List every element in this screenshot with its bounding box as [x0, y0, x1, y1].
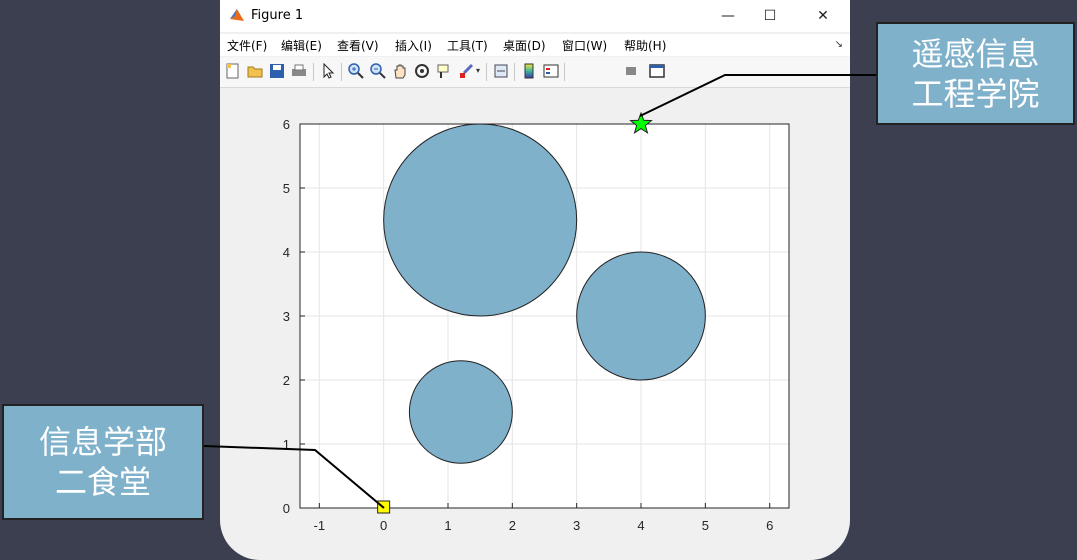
x-tick-label: 2 — [509, 518, 516, 533]
callout-left-line1: 信息学部 — [38, 423, 167, 461]
square-marker — [377, 500, 391, 514]
callout-top-line1: 遥感信息 — [911, 35, 1040, 73]
x-tick-label: 6 — [766, 518, 773, 533]
y-tick-label: 2 — [283, 373, 290, 388]
circle-region — [408, 360, 513, 464]
circle-region — [383, 123, 578, 317]
plot-area: -1 0 1 2 3 4 5 6 0 1 2 3 4 5 6 — [283, 111, 790, 533]
x-tick-label: 0 — [380, 518, 387, 533]
y-tick-label: 5 — [283, 181, 290, 196]
callout-left: 信息学部 二食堂 — [2, 404, 204, 520]
callout-top: 遥感信息 工程学院 — [876, 22, 1075, 125]
y-tick-label: 3 — [283, 309, 290, 324]
x-tick-label: 5 — [702, 518, 709, 533]
y-tick-label: 0 — [283, 501, 290, 516]
x-tick-label: 3 — [573, 518, 580, 533]
y-tick-label: 4 — [283, 245, 290, 260]
callout-left-line2: 二食堂 — [54, 463, 151, 501]
y-tick-label: 6 — [283, 117, 290, 132]
y-tick-label: 1 — [283, 437, 290, 452]
x-tick-label: 4 — [637, 518, 644, 533]
x-tick-label: -1 — [314, 518, 326, 533]
figure-window: Figure 1 — ☐ ✕ 文件(F) 编辑(E) 查看(V) 插入(I) 工… — [220, 0, 850, 560]
x-tick-label: 1 — [444, 518, 451, 533]
circle-region — [576, 251, 706, 381]
callout-top-line2: 工程学院 — [911, 75, 1040, 113]
